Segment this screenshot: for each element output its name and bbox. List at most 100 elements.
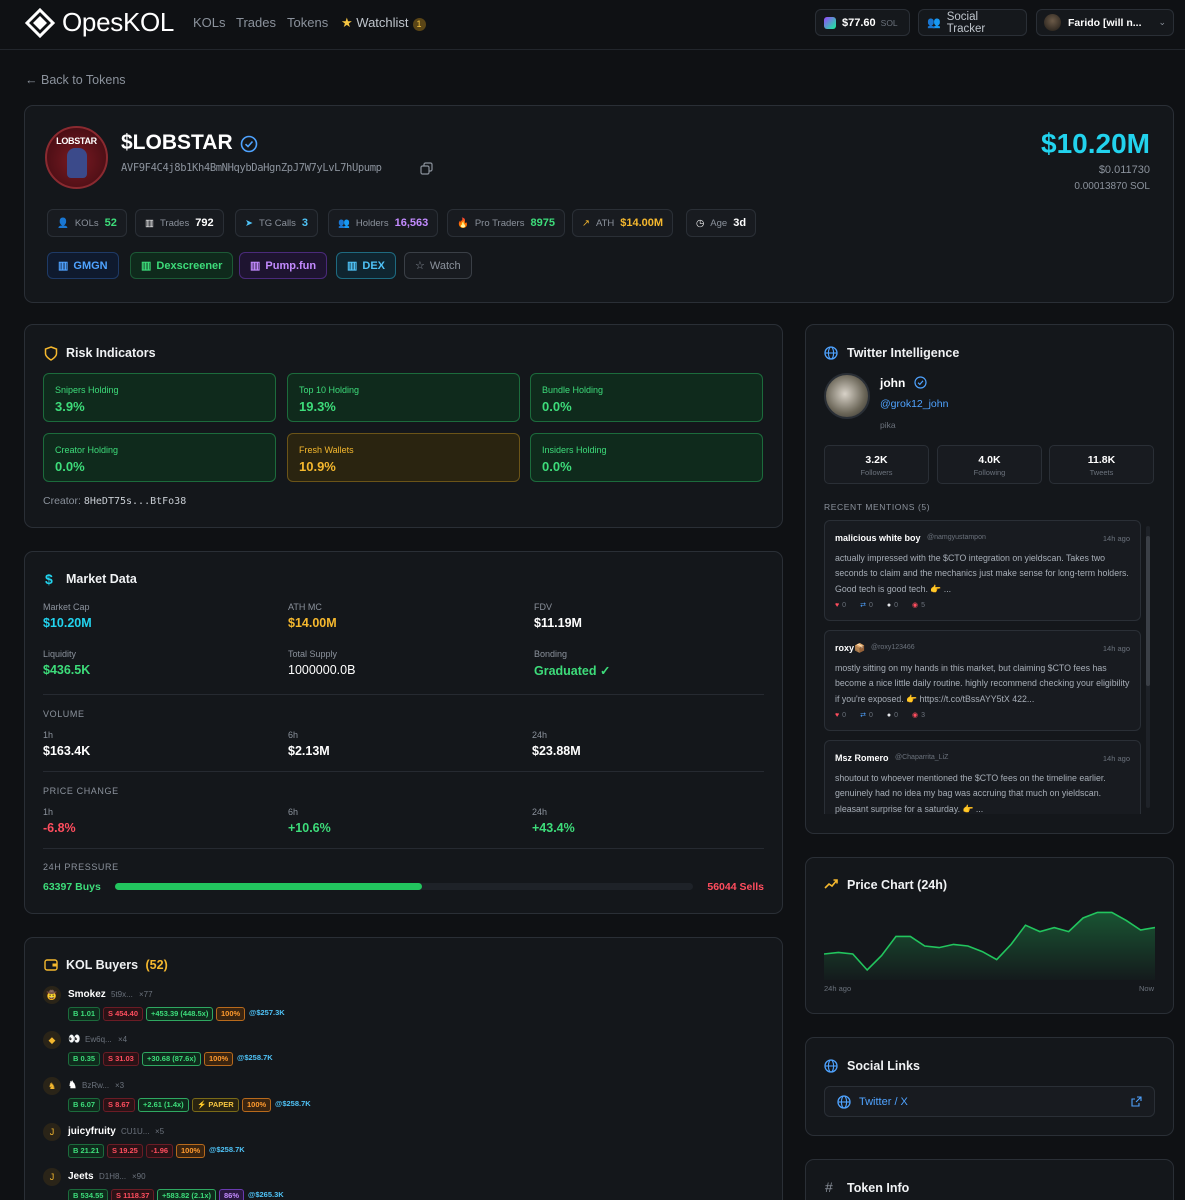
kol-name[interactable]: Smokez — [68, 989, 106, 1000]
eye-icon: ◉ — [911, 602, 919, 609]
kol-avatar[interactable]: 🤠 — [43, 986, 61, 1004]
token-logo: LOBSTAR — [45, 126, 108, 189]
mentions-scrollbar[interactable] — [1146, 526, 1150, 808]
stat-value: 8975 — [530, 217, 555, 229]
watchlist-count-badge: 1 — [412, 18, 426, 31]
divider — [43, 694, 764, 695]
kol-name[interactable]: juicyfruity — [68, 1126, 116, 1137]
kol-address: BzRw... — [82, 1081, 110, 1090]
bonding-label: Bonding — [534, 649, 568, 659]
stat-label: TG Calls — [258, 217, 296, 229]
reaction-count: 0 — [842, 712, 847, 719]
twitter-x-link[interactable]: Twitter / X — [824, 1086, 1155, 1117]
twitter-title: Twitter Intelligence — [847, 346, 960, 360]
creator-address[interactable]: 8HeDT75s...BtFo38 — [84, 496, 186, 507]
scrollbar-thumb[interactable] — [1146, 536, 1150, 686]
bar-chart-icon: ▥ — [141, 260, 152, 272]
kol-entry-mc: @$257.3K — [249, 1008, 285, 1017]
kol-avatar[interactable]: ◆ — [43, 1031, 61, 1049]
kol-sell-amount: S 1118.37 — [111, 1189, 155, 1200]
nav-link-trades[interactable]: Trades — [236, 15, 276, 30]
volume-title: VOLUME — [43, 709, 85, 719]
nav-link-tokens[interactable]: Tokens — [287, 15, 328, 30]
gmgn-link-button[interactable]: ▥ GMGN — [47, 252, 119, 279]
kol-name[interactable]: ♞ — [68, 1080, 77, 1091]
stat-trades: ▥ Trades 792 — [135, 209, 224, 237]
chg-24h-value: +43.4% — [532, 821, 575, 835]
kol-avatar[interactable]: J — [43, 1123, 61, 1141]
kol-name[interactable]: 👀 — [68, 1034, 80, 1045]
mention-author: roxy📦 — [835, 643, 866, 653]
trending-up-icon: ↗ — [582, 217, 590, 229]
kol-row[interactable]: Jjuicyfruity CU1U... ×5 B 21.21 S 19.25 -1.96… — [43, 1123, 543, 1163]
twitter-handle[interactable]: @grok12_john — [880, 398, 948, 410]
sol-price-button[interactable]: $77.60 SOL — [815, 9, 910, 36]
watch-button[interactable]: ☆ Watch — [404, 252, 472, 279]
kol-name[interactable]: Jeets — [68, 1171, 94, 1182]
bar-chart-icon: ▥ — [347, 260, 358, 272]
mentions-scroll[interactable]: malicious white boy @namgyustampon 14h ago… — [818, 518, 1156, 814]
mention-handle: @namgyustampon — [927, 534, 986, 541]
retweet-icon: ⇄ — [860, 712, 866, 719]
copy-icon[interactable] — [420, 162, 433, 175]
back-to-tokens-link[interactable]: ← Back to Tokens — [25, 73, 126, 87]
price-change-title: PRICE CHANGE — [43, 786, 119, 796]
risk-label: Fresh Wallets — [299, 445, 354, 455]
stat-value: 3d — [733, 217, 747, 229]
chart-start-label: 24h ago — [824, 984, 852, 993]
stat-label: ATH — [595, 217, 615, 229]
kol-row[interactable]: 🤠 Smokez 5t9x... ×77 B 1.01 S 454.40 +453.39 (… — [43, 986, 543, 1026]
mention-card[interactable]: roxy📦 @roxy123466 14h ago mostly sitting on… — [824, 630, 1141, 731]
risk-insiders-holding: Insiders Holding 0.0% — [530, 433, 763, 482]
kol-row[interactable]: J Jeets D1H8... ×90 B 534.55 S 1118.37 +583.82… — [43, 1168, 543, 1200]
kol-avatar[interactable]: ♞ — [43, 1077, 61, 1095]
vol-6h-value: $2.13M — [288, 744, 330, 758]
nav-link-kols[interactable]: KOLs — [193, 15, 226, 30]
mention-reactions: ♥ 0 ⇄ 0 ● 0 ◉ 3 — [835, 711, 939, 719]
twitter-name: john — [880, 376, 906, 390]
clock-icon: ◷ — [696, 217, 705, 229]
logo-icon[interactable] — [25, 8, 55, 38]
kol-sold-percent: 100% — [176, 1144, 206, 1158]
dexscreener-link-button[interactable]: ▥ Dexscreener — [130, 252, 234, 279]
mention-card[interactable]: malicious white boy @namgyustampon 14h ago… — [824, 520, 1141, 621]
vol-24h-value: $23.88M — [532, 744, 581, 758]
twitter-bio: pika — [880, 420, 896, 430]
kol-avatar[interactable]: J — [43, 1168, 61, 1186]
mention-card[interactable]: Msz Romero @Chaparrita_LiZ 14h ago shoutout… — [824, 740, 1141, 814]
twitter-avatar[interactable] — [824, 373, 870, 419]
pumpfun-link-button[interactable]: ▥ Pump.fun — [239, 252, 328, 279]
vol-1h-value: $163.4K — [43, 744, 91, 758]
dex-link-button[interactable]: ▥ DEX — [336, 252, 397, 279]
social-tracker-button[interactable]: 👥 Social Tracker — [918, 9, 1027, 36]
twitter-followers: 3.2K Followers — [824, 445, 929, 484]
arrow-left-icon: ← — [25, 73, 38, 87]
kol-sell-amount: S 31.03 — [103, 1052, 139, 1066]
sol-price: $77.60 — [842, 16, 876, 29]
kol-address: CU1U... — [121, 1127, 150, 1136]
user-menu-button[interactable]: Farido [will n... ⌄ — [1036, 9, 1174, 36]
solana-icon — [824, 16, 836, 29]
brand-name[interactable]: OpesKOL — [62, 7, 174, 38]
users-icon: 👥 — [338, 217, 350, 229]
sol-unit: SOL — [880, 17, 898, 28]
back-link-label: Back to Tokens — [40, 73, 126, 87]
stat-value: 3 — [301, 217, 309, 229]
creator-label: Creator: — [43, 495, 81, 507]
mention-text: actually impressed with the $CTO integra… — [835, 553, 1129, 594]
nav-link-watchlist[interactable]: ★ Watchlist 1 — [341, 15, 426, 31]
watchlist-label: Watchlist — [356, 15, 409, 30]
price-area — [824, 912, 1155, 980]
kol-row[interactable]: ◆ 👀 Ew6q... ×4 B 0.35 S 31.03 +30.68 (87.6x) 10… — [43, 1031, 543, 1071]
kol-row[interactable]: ♞ ♞ BzRw... ×3 B 6.07 S 8.67 +2.61 (1.4x) ⚡ PAP… — [43, 1077, 543, 1117]
mention-text: mostly sitting on my hands in this marke… — [835, 663, 1130, 704]
wallet-icon — [44, 959, 58, 971]
kol-sell-amount: S 454.40 — [103, 1007, 144, 1021]
divider — [43, 771, 764, 772]
chg-6h-label: 6h — [288, 807, 299, 817]
kol-sold-percent: 100% — [242, 1098, 272, 1112]
pressure-buy-fill — [115, 883, 422, 890]
fdv-value: $11.19M — [534, 616, 582, 630]
risk-label: Creator Holding — [55, 445, 119, 455]
risk-value: 0.0% — [542, 399, 572, 414]
